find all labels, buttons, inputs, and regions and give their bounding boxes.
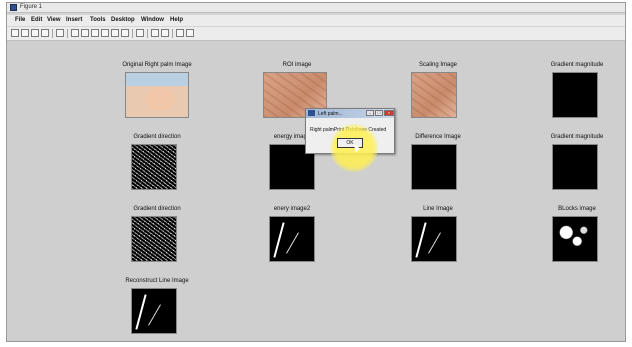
dialog-app-icon xyxy=(308,110,315,116)
line-image xyxy=(411,216,457,262)
menu-window[interactable]: Window xyxy=(141,17,164,23)
show-plot-tools-icon[interactable] xyxy=(186,29,194,37)
menu-bar: File Edit View Insert Tools Desktop Wind… xyxy=(7,15,625,26)
plot-title-difference: Difference Image xyxy=(415,134,461,140)
reconstruct-line-image xyxy=(131,288,177,334)
plot-title-roi: ROI image xyxy=(282,62,312,68)
gradient-direction-image-1 xyxy=(131,144,177,190)
energy-image-2 xyxy=(269,216,315,262)
plot-title-gradient-magnitude-2: Gradient magnitude xyxy=(550,134,604,140)
data-cursor-icon[interactable] xyxy=(111,29,119,37)
difference-image xyxy=(411,144,457,190)
gradient-direction-image-2 xyxy=(131,216,177,262)
plot-title-gradient-magnitude-1: Gradient magnitude xyxy=(550,62,604,68)
title-bar: Figure 1 xyxy=(7,3,625,13)
menu-insert[interactable]: Insert xyxy=(66,17,82,23)
close-icon[interactable]: × xyxy=(384,110,394,116)
toolbar xyxy=(7,27,625,41)
gradient-magnitude-image-2 xyxy=(552,144,598,190)
zoom-out-icon[interactable] xyxy=(81,29,89,37)
plot-title-gradient-direction-2: Gradient direction xyxy=(133,206,181,212)
menu-file[interactable]: File xyxy=(15,17,25,23)
colorbar-icon[interactable] xyxy=(151,29,159,37)
menu-desktop[interactable]: Desktop xyxy=(111,17,135,23)
open-icon[interactable] xyxy=(21,29,29,37)
hide-plot-tools-icon[interactable] xyxy=(176,29,184,37)
maximize-icon[interactable]: □ xyxy=(375,110,383,116)
plot-title-energy-2: enery image2 xyxy=(273,206,311,212)
plot-title-line: Line Image xyxy=(423,206,453,212)
window-title: Figure 1 xyxy=(20,4,43,10)
gradient-magnitude-image-1 xyxy=(552,72,598,118)
plot-title-original-right-palm: Original Right palm Image xyxy=(122,62,192,68)
brush-icon[interactable] xyxy=(121,29,129,37)
plot-title-gradient-direction-1: Gradient direction xyxy=(133,134,181,140)
print-icon[interactable] xyxy=(41,29,49,37)
matlab-figure-icon xyxy=(10,4,17,11)
minimize-icon[interactable]: – xyxy=(366,110,374,116)
new-figure-icon[interactable] xyxy=(11,29,19,37)
scaling-image xyxy=(411,72,457,118)
figure-canvas: Original Right palm Image ROI image Scal… xyxy=(7,41,625,341)
link-plot-icon[interactable] xyxy=(136,29,144,37)
legend-icon[interactable] xyxy=(161,29,169,37)
rotate-3d-icon[interactable] xyxy=(101,29,109,37)
menu-tools[interactable]: Tools xyxy=(90,17,106,23)
figure-window: Figure 1 File Edit View Insert Tools Des… xyxy=(6,2,626,342)
plot-title-scaling: Scaling Image xyxy=(418,62,458,68)
menu-view[interactable]: View xyxy=(47,17,61,23)
zoom-in-icon[interactable] xyxy=(71,29,79,37)
blocks-image xyxy=(552,216,598,262)
menu-edit[interactable]: Edit xyxy=(31,17,42,23)
dialog-title: Left palm... xyxy=(318,111,343,117)
plot-title-reconstruct: Reconstruct Line Image xyxy=(125,278,189,284)
original-palm-image xyxy=(125,72,189,118)
save-icon[interactable] xyxy=(31,29,39,37)
pan-icon[interactable] xyxy=(91,29,99,37)
menu-help[interactable]: Help xyxy=(170,17,183,23)
plot-title-blocks: BLocks image xyxy=(558,206,596,212)
edit-plot-icon[interactable] xyxy=(56,29,64,37)
dialog-title-bar[interactable]: Left palm... – □ × xyxy=(306,109,394,118)
